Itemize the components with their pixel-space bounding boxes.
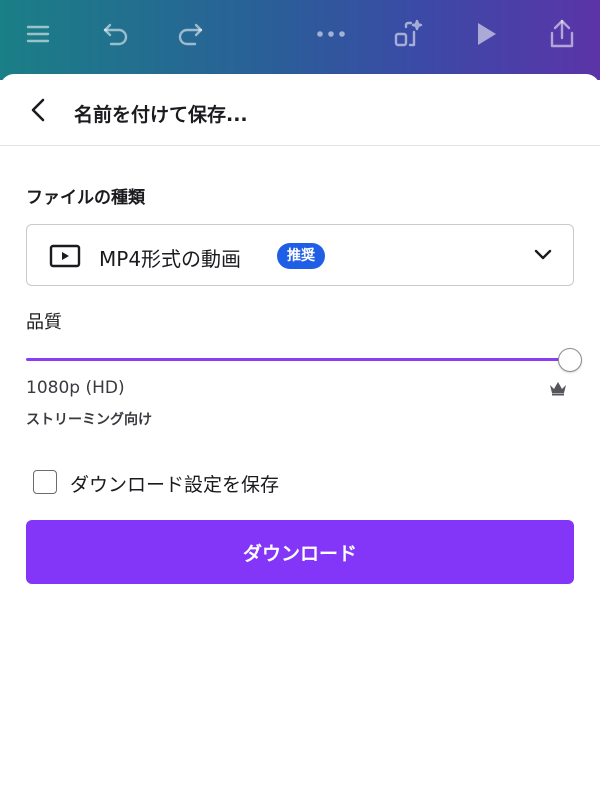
quality-slider-track[interactable]: [26, 358, 562, 361]
chevron-down-icon: [533, 247, 553, 263]
quality-label: 品質: [26, 312, 62, 333]
file-type-label: ファイルの種類: [26, 188, 145, 208]
file-type-dropdown[interactable]: MP4形式の動画 推奨: [26, 224, 574, 286]
share-icon[interactable]: [542, 14, 582, 54]
video-icon: [49, 244, 81, 268]
undo-icon[interactable]: [96, 14, 136, 54]
save-settings-checkbox[interactable]: [33, 470, 57, 494]
menu-icon[interactable]: [18, 14, 58, 54]
magic-resize-icon[interactable]: [388, 14, 428, 54]
recommended-badge: 推奨: [277, 243, 325, 269]
sheet-header: 名前を付けて保存...: [0, 74, 600, 146]
save-settings-label[interactable]: ダウンロード設定を保存: [70, 470, 279, 497]
editor-toolbar: [0, 0, 600, 80]
quality-slider-thumb[interactable]: [558, 348, 582, 372]
quality-hint: ストリーミング向け: [26, 412, 152, 428]
download-button[interactable]: ダウンロード: [26, 520, 574, 584]
file-type-value: MP4形式の動画: [99, 247, 242, 271]
play-icon[interactable]: [466, 14, 506, 54]
more-icon[interactable]: [311, 14, 351, 54]
redo-icon[interactable]: [170, 14, 210, 54]
crown-icon: [548, 380, 568, 396]
back-button[interactable]: [22, 94, 54, 126]
save-as-sheet: 名前を付けて保存... ファイルの種類 MP4形式の動画 推奨 品質 1080p…: [0, 74, 600, 806]
sheet-title: 名前を付けて保存...: [74, 104, 248, 126]
quality-value: 1080p (HD): [26, 378, 125, 398]
